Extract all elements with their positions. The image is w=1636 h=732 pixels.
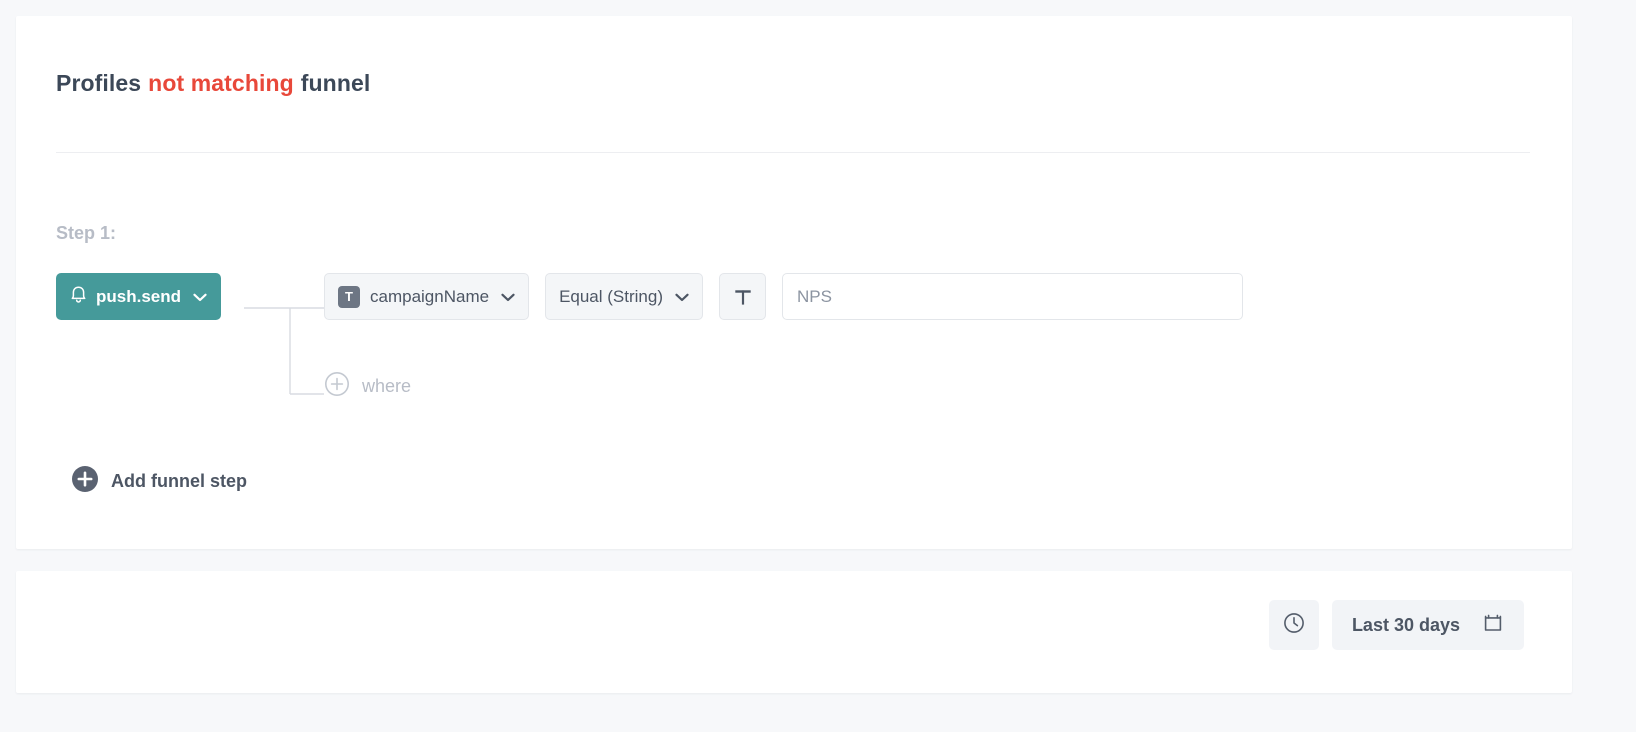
step-connector xyxy=(244,273,324,403)
text-type-icon[interactable] xyxy=(719,273,766,320)
event-selector-push-send[interactable]: push.send xyxy=(56,273,222,320)
date-range-button[interactable]: Last 30 days xyxy=(1331,600,1524,650)
funnel-card: Profiles not matching funnel Step 1: push.… xyxy=(16,16,1572,549)
title-divider xyxy=(56,152,1530,153)
page-title: Profiles not matching funnel xyxy=(56,70,370,97)
chevron-down-icon xyxy=(501,287,515,307)
title-prefix: Profiles xyxy=(56,70,142,96)
date-controls: Last 30 days xyxy=(1268,600,1524,650)
chevron-down-icon xyxy=(675,287,689,307)
funnel-builder-page: Profiles not matching funnel Step 1: push.… xyxy=(0,0,1636,732)
clock-icon xyxy=(1282,611,1306,640)
operator-label: Equal (String) xyxy=(559,286,663,306)
circle-plus-filled-icon xyxy=(72,466,98,497)
operator-selector[interactable]: Equal (String) xyxy=(545,273,703,320)
add-funnel-step-button[interactable]: Add funnel step xyxy=(72,466,247,497)
add-where-condition[interactable]: where xyxy=(324,371,411,402)
title-suffix: funnel xyxy=(300,70,371,96)
circle-plus-outline-icon xyxy=(324,371,350,402)
property-label: campaignName xyxy=(370,286,490,306)
where-label: where xyxy=(362,376,412,396)
add-funnel-step-label: Add funnel step xyxy=(111,471,247,491)
title-negation: not matching xyxy=(148,70,294,96)
calendar-icon xyxy=(1482,612,1504,639)
property-selector[interactable]: T campaignName xyxy=(324,273,530,320)
date-range-label: Last 30 days xyxy=(1351,614,1460,635)
event-name: push.send xyxy=(96,286,182,306)
bottom-toolbar-card: Last 30 days xyxy=(16,571,1572,693)
clock-button[interactable] xyxy=(1268,600,1319,650)
text-type-badge-icon: T xyxy=(338,285,360,308)
chevron-down-icon xyxy=(193,287,207,307)
condition-row: T campaignName Equal (String) xyxy=(324,273,1243,320)
step-label: Step 1: xyxy=(56,223,117,243)
value-input[interactable] xyxy=(782,273,1243,320)
bell-icon xyxy=(70,285,87,309)
